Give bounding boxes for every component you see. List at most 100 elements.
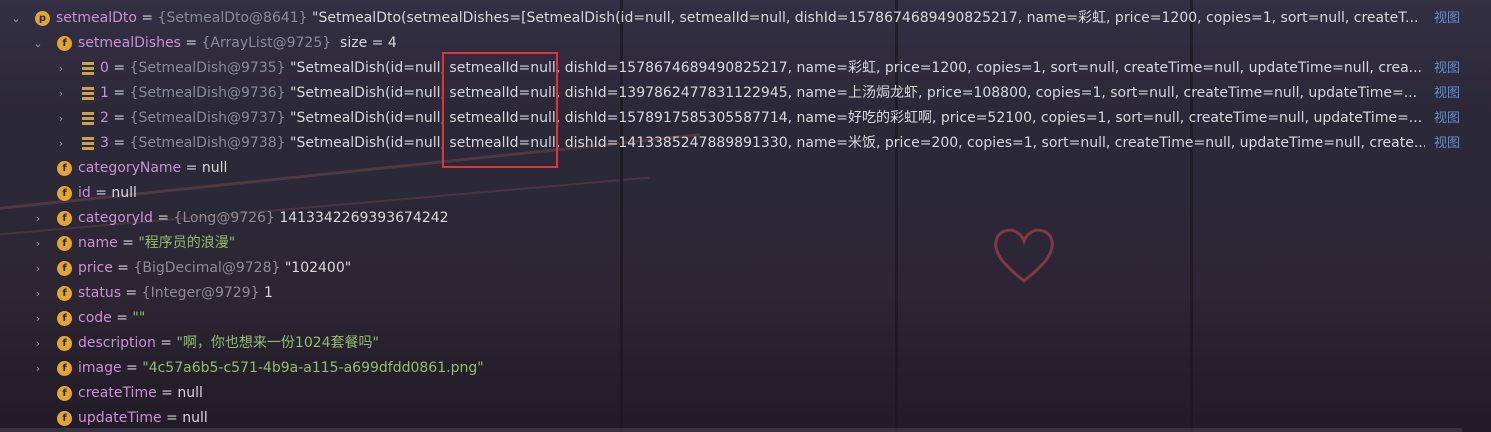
array-element-row[interactable]: › 1 = {SetmealDish@9736} "SetmealDish(id=… <box>0 81 1462 106</box>
chevron-down-icon[interactable]: ⌄ <box>11 6 21 31</box>
tree-row-price[interactable]: › f price = {BigDecimal@9728} "102400" <box>0 256 1462 281</box>
object-ref: {Long@9726} <box>173 210 275 226</box>
variable-name: id <box>78 185 91 201</box>
element-value-rest: dishId=1578917585305587714, name=好吃的彩虹啊,… <box>560 110 1423 126</box>
element-value-prefix: "SetmealDish(id=null, <box>290 85 450 101</box>
view-link[interactable]: 视图 <box>1434 56 1460 81</box>
variable-name: createTime <box>78 385 157 401</box>
chevron-right-icon[interactable]: › <box>33 281 43 306</box>
chevron-down-icon[interactable]: ⌄ <box>33 31 43 56</box>
tree-row-categoryname[interactable]: f categoryName = null <box>0 156 1462 181</box>
variable-name: setmealDishes <box>78 35 181 51</box>
variable-name: categoryName <box>78 160 182 176</box>
parameter-icon: p <box>35 11 50 26</box>
chevron-right-icon[interactable]: › <box>33 306 43 331</box>
object-ref: {SetmealDish@9738} <box>129 135 286 151</box>
array-element-row[interactable]: › 2 = {SetmealDish@9737} "SetmealDish(id=… <box>0 106 1462 131</box>
field-icon: f <box>57 211 72 226</box>
variable-value: "SetmealDto(setmealDishes=[SetmealDish(i… <box>312 10 1419 26</box>
field-icon: f <box>57 386 72 401</box>
list-icon <box>82 62 94 75</box>
variable-name: setmealDto <box>56 10 137 26</box>
variable-value: null <box>201 160 228 176</box>
chevron-right-icon[interactable]: › <box>56 131 66 156</box>
object-ref: {ArrayList@9725} <box>201 35 332 51</box>
array-element-row[interactable]: › 0 = {SetmealDish@9735} "SetmealDish(id=… <box>0 56 1462 81</box>
list-icon <box>82 87 94 100</box>
element-index: 0 <box>100 60 109 76</box>
variable-name: updateTime <box>78 410 162 426</box>
tree-row-name[interactable]: › f name = "程序员的浪漫" <box>0 231 1462 256</box>
field-icon: f <box>57 236 72 251</box>
tree-row-code[interactable]: › f code = "" <box>0 306 1462 331</box>
tree-row-id[interactable]: f id = null <box>0 181 1462 206</box>
variable-value: null <box>111 185 137 201</box>
element-value-prefix: "SetmealDish(id=null, <box>290 110 450 126</box>
variable-value: "程序员的浪漫" <box>138 235 236 251</box>
object-ref: {SetmealDish@9737} <box>129 110 286 126</box>
view-link[interactable]: 视图 <box>1434 81 1460 106</box>
variable-value: 1 <box>263 285 273 301</box>
chevron-right-icon[interactable]: › <box>33 356 43 381</box>
variable-value: 1413342269393674242 <box>279 210 449 226</box>
tree-row-description[interactable]: › f description = "啊，你也想来一份1024套餐吗" <box>0 331 1462 356</box>
tree-row-createtime[interactable]: f createTime = null <box>0 381 1462 406</box>
field-icon: f <box>57 36 72 51</box>
field-icon: f <box>57 361 72 376</box>
tree-row-categoryid[interactable]: › f categoryId = {Long@9726} 1413342269393… <box>0 206 1462 231</box>
chevron-right-icon[interactable]: › <box>33 206 43 231</box>
variable-name: price <box>78 260 113 276</box>
tree-row-status[interactable]: › f status = {Integer@9729} 1 <box>0 281 1462 306</box>
element-index: 2 <box>100 110 109 126</box>
chevron-right-icon[interactable]: › <box>56 106 66 131</box>
view-link[interactable]: 视图 <box>1434 106 1460 131</box>
variable-value: null <box>177 385 203 401</box>
field-icon: f <box>57 286 72 301</box>
element-value-prefix: "SetmealDish(id=null, <box>290 135 450 151</box>
tree-row-image[interactable]: › f image = "4c57a6b5-c571-4b9a-a115-a699d… <box>0 356 1462 381</box>
chevron-right-icon[interactable]: › <box>33 256 43 281</box>
chevron-right-icon[interactable]: › <box>56 56 66 81</box>
tree-row-setmealdto[interactable]: ⌄ p setmealDto = {SetmealDto@8641} "Setm… <box>0 6 1462 31</box>
field-icon: f <box>57 336 72 351</box>
field-icon: f <box>57 186 72 201</box>
horizontal-scrollbar[interactable] <box>0 428 1462 432</box>
chevron-right-icon[interactable]: › <box>33 331 43 356</box>
element-index: 3 <box>100 135 109 151</box>
list-icon <box>82 137 94 150</box>
array-element-row[interactable]: › 3 = {SetmealDish@9738} "SetmealDish(id=… <box>0 131 1462 156</box>
element-index: 1 <box>100 85 109 101</box>
field-icon: f <box>57 161 72 176</box>
variable-value: "102400" <box>284 260 352 276</box>
field-icon: f <box>57 311 72 326</box>
list-icon <box>82 112 94 125</box>
object-ref: {BigDecimal@9728} <box>133 260 281 276</box>
variable-name: name <box>78 235 118 251</box>
highlight-box <box>442 52 558 168</box>
element-value-rest: dishId=1578674689490825217, name=彩虹, pri… <box>560 60 1423 76</box>
view-link[interactable]: 视图 <box>1434 6 1460 31</box>
object-ref: {Integer@9729} <box>141 285 260 301</box>
variable-value: null <box>182 410 208 426</box>
variable-name: categoryId <box>78 210 153 226</box>
chevron-right-icon[interactable]: › <box>33 231 43 256</box>
element-value-prefix: "SetmealDish(id=null, <box>290 60 450 76</box>
variable-value: "" <box>132 310 146 326</box>
object-ref: {SetmealDto@8641} <box>157 10 308 26</box>
variable-name: image <box>78 360 122 376</box>
variable-name: status <box>78 285 122 301</box>
variable-value: "4c57a6b5-c571-4b9a-a115-a699dfdd0861.pn… <box>142 360 484 376</box>
chevron-right-icon[interactable]: › <box>56 81 66 106</box>
object-ref: {SetmealDish@9735} <box>129 60 286 76</box>
vertical-scrollbar[interactable] <box>1463 0 1491 432</box>
object-ref: {SetmealDish@9736} <box>129 85 286 101</box>
element-value-rest: dishId=1413385247889891330, name=米饭, pri… <box>560 135 1425 151</box>
variable-value: "啊，你也想来一份1024套餐吗" <box>176 335 379 351</box>
variable-name: code <box>78 310 112 326</box>
variable-name: description <box>78 335 156 351</box>
field-icon: f <box>57 411 72 426</box>
view-link[interactable]: 视图 <box>1434 131 1460 156</box>
element-value-rest: dishId=1397862477831122945, name=上汤焗龙虾, … <box>560 85 1418 101</box>
list-size: size = 4 <box>340 35 397 51</box>
tree-row-setmealdishes[interactable]: ⌄ f setmealDishes = {ArrayList@9725} siz… <box>0 31 1462 56</box>
